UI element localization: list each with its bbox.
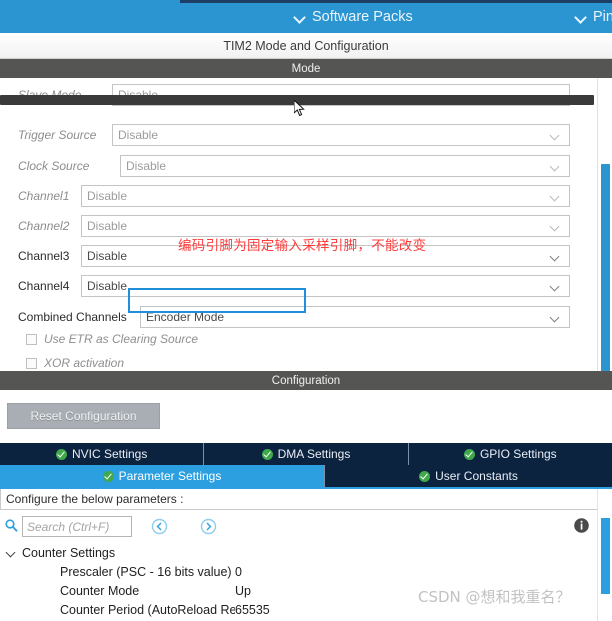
panel-title: TIM2 Mode and Configuration	[0, 33, 612, 59]
chevron-down-icon	[295, 13, 306, 20]
settings-tab-row-secondary: Parameter Settings User Constants	[0, 465, 612, 487]
checkbox-use-etr-label: Use ETR as Clearing Source	[44, 332, 199, 346]
checkbox-xor-activation[interactable]: XOR activation	[26, 356, 124, 370]
search-input[interactable]: Search (Ctrl+F)	[22, 516, 132, 537]
tab-parameter-settings[interactable]: Parameter Settings	[0, 465, 325, 487]
parameter-name-counter-period: Counter Period (AutoReload Registe...	[60, 602, 235, 617]
combo-channel4-value: Disable	[87, 279, 128, 293]
checkbox-xor-label: XOR activation	[44, 356, 125, 370]
check-circle-icon	[419, 470, 431, 482]
chevron-down-icon	[551, 283, 560, 292]
combo-channel1-value: Disable	[87, 189, 128, 203]
form-row-channel1: Channel1 Disable	[0, 183, 580, 209]
chevron-down-icon	[551, 132, 560, 141]
configuration-section-header: Configuration	[0, 371, 612, 390]
tree-group-counter-settings[interactable]: Counter Settings	[0, 543, 598, 562]
label-channel4: Channel4	[18, 279, 70, 293]
mouse-cursor-icon	[294, 100, 305, 117]
chevron-down-icon	[551, 253, 560, 262]
chevron-down-icon	[551, 163, 560, 172]
checkbox-box-icon	[26, 357, 37, 369]
form-row-trigger-source: Trigger Source Disable	[0, 122, 580, 148]
combo-clock-source[interactable]: Disable	[120, 155, 570, 177]
tab-gpio-settings[interactable]: GPIO Settings	[408, 443, 612, 465]
tab-nvic-settings-label: NVIC Settings	[71, 447, 148, 461]
search-icon	[5, 519, 18, 532]
nav-next-icon[interactable]	[200, 518, 217, 535]
parameter-value-prescaler: 0	[235, 564, 242, 579]
form-row-combined-channels: Combined Channels Encoder Mode	[0, 304, 580, 330]
parameter-name-counter-mode: Counter Mode	[60, 583, 140, 598]
nav-previous-icon[interactable]	[151, 518, 168, 535]
label-channel1: Channel1	[18, 189, 70, 203]
info-icon[interactable]	[573, 517, 590, 534]
parameters-scrollbar-thumb[interactable]	[601, 518, 610, 594]
menu-software-packs-label: Software Packs	[312, 8, 413, 25]
checkbox-use-etr-clearing-source[interactable]: Use ETR as Clearing Source	[26, 332, 198, 346]
tab-user-constants-label: User Constants	[435, 469, 518, 483]
menu-pinout-label: Pin	[593, 8, 612, 25]
tab-user-constants[interactable]: User Constants	[325, 465, 612, 487]
tab-nvic-settings[interactable]: NVIC Settings	[0, 443, 205, 465]
tab-dma-settings[interactable]: DMA Settings	[204, 443, 409, 465]
check-circle-icon	[463, 448, 475, 460]
tree-group-counter-settings-label: Counter Settings	[22, 545, 116, 560]
mode-section-header: Mode	[0, 59, 612, 78]
settings-tab-row-primary: NVIC Settings DMA Settings GPIO Settings	[0, 443, 612, 465]
combo-combined-channels[interactable]: Encoder Mode	[140, 306, 570, 328]
combo-clock-source-value: Disable	[126, 159, 167, 173]
window-edge-stub	[180, 0, 612, 3]
combo-channel4[interactable]: Disable	[81, 275, 570, 297]
parameters-scrollbar-track[interactable]	[597, 489, 612, 621]
chevron-down-icon	[551, 314, 560, 323]
combo-combined-channels-value: Encoder Mode	[146, 310, 225, 324]
label-combined-channels: Combined Channels	[18, 310, 127, 324]
check-circle-icon	[102, 470, 114, 482]
form-row-clock-source: Clock Source Disable	[0, 153, 580, 179]
csdn-watermark: CSDN @想和我重名？	[418, 588, 571, 606]
chevron-down-icon	[551, 223, 560, 232]
configuration-region: Reset Configuration NVIC Settings DMA Se…	[0, 390, 612, 621]
combo-channel2-value: Disable	[87, 219, 128, 233]
chevron-down-icon	[6, 549, 16, 556]
parameter-value-counter-mode: Up	[235, 583, 251, 598]
check-circle-icon	[261, 448, 273, 460]
form-row-channel4: Channel4 Disable	[0, 273, 580, 299]
chevron-down-icon	[551, 193, 560, 202]
menu-software-packs[interactable]: Software Packs	[295, 9, 413, 25]
label-channel2: Channel2	[18, 219, 70, 233]
top-menu-bar: Software Packs Pin	[0, 0, 612, 33]
mode-form-region: Slave Mode Disable Trigger Source Disabl…	[0, 78, 612, 371]
label-channel3: Channel3	[18, 249, 70, 263]
parameters-tree: Counter Settings Prescaler (PSC - 16 bit…	[0, 543, 598, 619]
parameter-row-prescaler[interactable]: Prescaler (PSC - 16 bits value) 0	[0, 562, 598, 581]
label-clock-source: Clock Source	[18, 159, 90, 173]
checkbox-box-icon	[26, 333, 37, 345]
red-annotation-text: 编码引脚为固定输入采样引脚，不能改变	[178, 238, 427, 254]
reset-configuration-button[interactable]: Reset Configuration	[7, 403, 160, 429]
label-trigger-source: Trigger Source	[18, 128, 97, 142]
tab-parameter-settings-label: Parameter Settings	[118, 469, 222, 483]
menu-pinout[interactable]: Pin	[576, 9, 612, 25]
combo-channel3-value: Disable	[87, 249, 128, 263]
configure-parameters-note: Configure the below parameters :	[0, 489, 600, 510]
combo-trigger-source[interactable]: Disable	[112, 124, 570, 146]
check-circle-icon	[55, 448, 67, 460]
parameter-value-counter-period: 65535	[235, 602, 270, 617]
combo-channel1[interactable]: Disable	[81, 185, 570, 207]
chevron-down-icon	[576, 13, 587, 20]
combo-trigger-source-value: Disable	[118, 128, 159, 142]
parameters-search-row: Search (Ctrl+F)	[0, 513, 612, 541]
mode-scrollbar-track[interactable]	[597, 78, 612, 426]
parameter-name-prescaler: Prescaler (PSC - 16 bits value)	[60, 564, 232, 579]
tab-gpio-settings-label: GPIO Settings	[479, 447, 557, 461]
tab-dma-settings-label: DMA Settings	[277, 447, 351, 461]
